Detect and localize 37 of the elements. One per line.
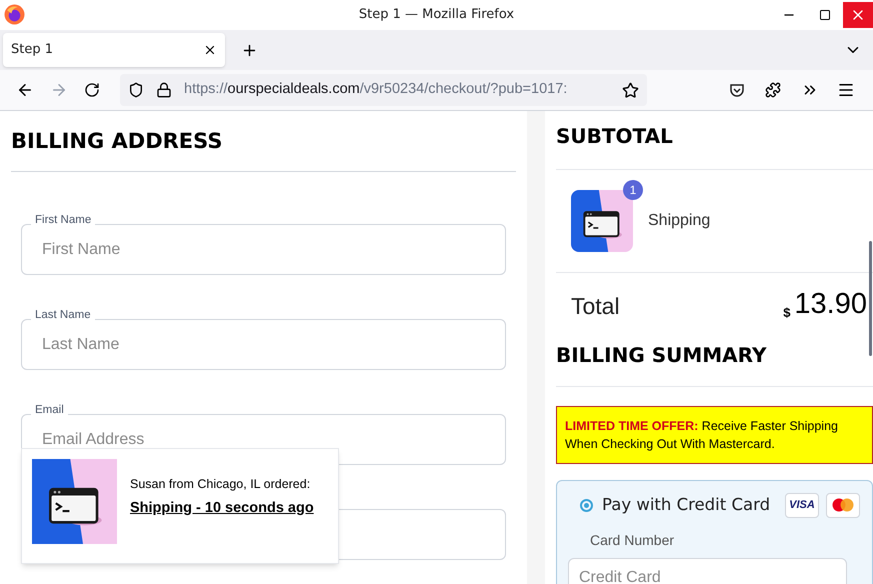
reload-icon[interactable]	[84, 82, 100, 98]
total-amount: 13.90	[794, 289, 867, 319]
product-name: Shipping	[648, 211, 710, 231]
input-field[interactable]: First Name	[21, 224, 506, 275]
menu-icon[interactable]	[837, 81, 855, 99]
scrollbar-thumb[interactable]	[869, 241, 872, 356]
currency-symbol: $	[783, 304, 790, 322]
bookmark-star-icon[interactable]	[622, 82, 639, 98]
close-button[interactable]	[843, 2, 873, 28]
address-bar[interactable]: https://ourspecialdeals.com/v9r50234/checkout/?pub=1017:	[120, 74, 647, 106]
extensions-icon[interactable]	[765, 82, 781, 98]
total-label: Total	[571, 292, 621, 321]
browser-tab[interactable]: Step 1	[3, 33, 225, 67]
url-text: https://ourspecialdeals.com/v9r50234/checkout/?pub=1017:	[184, 80, 568, 100]
mastercard-logo	[826, 492, 860, 518]
input-field[interactable]: Last Name	[21, 319, 506, 370]
browser-logo-icon	[4, 4, 25, 25]
payment-option-label: Pay with Credit Card	[602, 494, 772, 516]
visa-logo: VISA	[785, 492, 819, 518]
toast-text: Susan from Chicago, IL ordered:	[130, 476, 312, 493]
order-link[interactable]: Shipping - 10 seconds ago	[130, 498, 314, 520]
offer-banner: LIMITED TIME OFFER: Receive Faster Shipping When Checking Out With Mastercard.	[556, 406, 873, 464]
section-heading: BILLING ADDRESS	[11, 128, 224, 155]
maximize-icon	[819, 9, 831, 21]
pocket-icon[interactable]	[729, 82, 745, 98]
quantity-badge: 1	[623, 180, 643, 200]
shield-icon[interactable]	[128, 82, 144, 98]
lock-icon[interactable]	[156, 82, 172, 98]
window-title: Step 1 — Mozilla Firefox	[358, 6, 514, 24]
close-tab-icon[interactable]	[203, 43, 217, 57]
input-field[interactable]: Credit Card	[568, 558, 847, 584]
radio-button[interactable]	[580, 498, 593, 512]
back-icon[interactable]	[16, 81, 34, 99]
input-field[interactable]: Email Address	[21, 414, 506, 465]
section-heading: BILLING SUMMARY	[556, 342, 768, 368]
section-heading: SUBTOTAL	[556, 123, 674, 149]
field-label: Card Number	[590, 530, 676, 550]
